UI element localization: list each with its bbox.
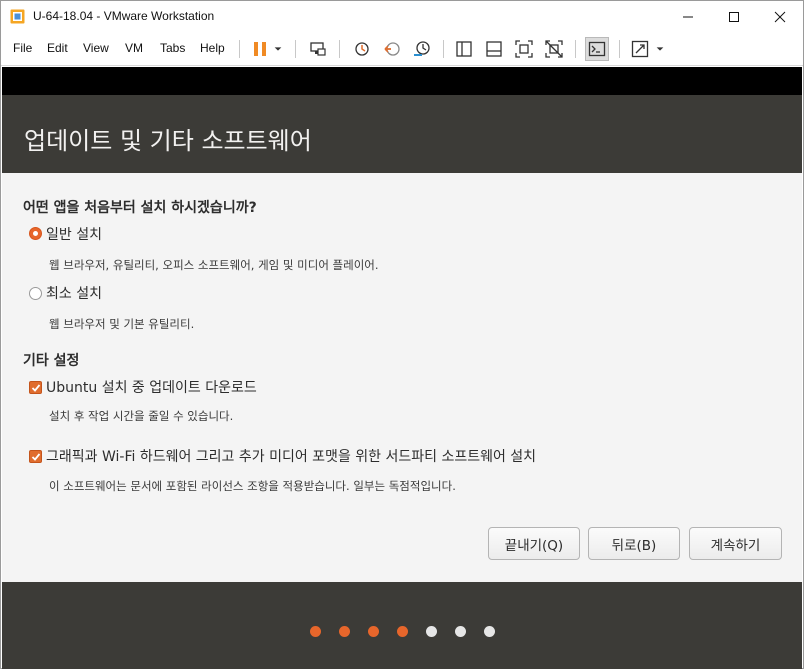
menu-edit[interactable]: Edit <box>47 41 68 55</box>
progress-dot <box>310 626 321 637</box>
other-settings-title: 기타 설정 <box>23 353 80 369</box>
dropdown-arrow-icon <box>274 47 282 51</box>
installer-header: 업데이트 및 기타 소프트웨어 <box>2 95 802 173</box>
progress-dot <box>397 626 408 637</box>
toolbar-separator <box>443 40 444 58</box>
minimal-install-description: 웹 브라우저 및 기본 유틸리티. <box>49 317 195 331</box>
maximize-icon <box>729 11 739 22</box>
progress-dot <box>426 626 437 637</box>
toolbar-separator <box>239 40 240 58</box>
install-type-question: 어떤 앱을 처음부터 설치 하시겠습니까? <box>23 200 257 216</box>
progress-dot <box>455 626 466 637</box>
snapshot-revert-icon <box>384 42 400 56</box>
minimize-button[interactable] <box>665 1 711 32</box>
title-bar: U-64-18.04 - VMware Workstation <box>1 1 803 32</box>
toolbar-separator <box>575 40 576 58</box>
snapshot-manager-icon <box>414 41 430 56</box>
dropdown-arrow-icon <box>656 47 664 51</box>
toolbar-separator <box>619 40 620 58</box>
snapshot-manager-button[interactable] <box>411 38 433 60</box>
sidebar-library-icon <box>456 41 472 57</box>
power-dropdown-button[interactable] <box>271 38 285 60</box>
normal-install-label[interactable]: 일반 설치 <box>46 224 102 244</box>
close-button[interactable] <box>757 1 803 32</box>
minimal-install-label[interactable]: 최소 설치 <box>46 283 102 303</box>
installer-footer <box>2 582 802 669</box>
menu-vm[interactable]: VM <box>125 41 143 55</box>
unity-button[interactable] <box>543 38 565 60</box>
normal-install-radio[interactable] <box>29 227 42 240</box>
installer-body: 어떤 앱을 처음부터 설치 하시겠습니까? 일반 설치 웹 브라우저, 유틸리티… <box>2 173 802 582</box>
toolbar-separator <box>295 40 296 58</box>
send-ctrl-alt-del-icon <box>310 42 326 56</box>
maximize-button[interactable] <box>711 1 757 32</box>
vmware-app-icon <box>10 9 25 24</box>
stretch-dropdown-button[interactable] <box>653 38 667 60</box>
unity-icon <box>545 40 563 58</box>
minimal-install-radio[interactable] <box>29 287 42 300</box>
console-view-button[interactable] <box>585 37 609 61</box>
third-party-software-label[interactable]: 그래픽과 Wi-Fi 하드웨어 그리고 추가 미디어 포맷을 위한 서드파티 소… <box>46 446 536 466</box>
take-snapshot-button[interactable] <box>351 38 373 60</box>
normal-install-description: 웹 브라우저, 유틸리티, 오피스 소프트웨어, 게임 및 미디어 플레이어. <box>49 258 379 272</box>
third-party-software-description: 이 소프트웨어는 문서에 포함된 라이선스 조항을 적용받습니다. 일부는 독점… <box>49 479 456 493</box>
snapshot-take-icon <box>355 42 369 56</box>
checkmark-icon <box>31 453 41 461</box>
download-updates-description: 설치 후 작업 시간을 줄일 수 있습니다. <box>49 409 234 423</box>
third-party-software-checkbox[interactable] <box>29 450 42 463</box>
guest-top-panel <box>2 67 802 95</box>
back-button[interactable]: 뒤로(B) <box>588 527 680 560</box>
menu-toolbar-bar: File Edit View VM Tabs Help <box>1 32 803 66</box>
toolbar-separator <box>339 40 340 58</box>
stretch-guest-button[interactable] <box>629 38 651 60</box>
pause-button[interactable] <box>249 38 271 60</box>
revert-snapshot-button[interactable] <box>381 38 403 60</box>
progress-dot <box>339 626 350 637</box>
download-updates-label[interactable]: Ubuntu 설치 중 업데이트 다운로드 <box>46 377 257 397</box>
fullscreen-icon <box>515 40 533 58</box>
thumbnail-bar-icon <box>486 41 502 57</box>
window-title: U-64-18.04 - VMware Workstation <box>33 9 215 23</box>
checkmark-icon <box>31 384 41 392</box>
progress-dot <box>484 626 495 637</box>
minimize-icon <box>683 16 693 17</box>
thumbnail-bar-button[interactable] <box>483 38 505 60</box>
menu-file[interactable]: File <box>13 41 32 55</box>
download-updates-checkbox[interactable] <box>29 381 42 394</box>
continue-button[interactable]: 계속하기 <box>689 527 782 560</box>
console-view-icon <box>588 41 606 57</box>
show-library-button[interactable] <box>453 38 475 60</box>
stretch-guest-icon <box>631 40 649 58</box>
page-title: 업데이트 및 기타 소프트웨어 <box>24 127 312 155</box>
full-screen-button[interactable] <box>513 38 535 60</box>
menu-view[interactable]: View <box>83 41 109 55</box>
progress-dot <box>368 626 379 637</box>
send-ctrl-alt-del-button[interactable] <box>307 38 329 60</box>
guest-screen[interactable]: 업데이트 및 기타 소프트웨어 어떤 앱을 처음부터 설치 하시겠습니까? 일반… <box>2 67 802 669</box>
vmware-window: U-64-18.04 - VMware Workstation File Edi… <box>0 0 804 669</box>
pause-icon <box>254 42 266 56</box>
quit-button[interactable]: 끝내기(Q) <box>488 527 580 560</box>
menu-tabs[interactable]: Tabs <box>160 41 185 55</box>
menu-help[interactable]: Help <box>200 41 225 55</box>
close-icon <box>774 11 786 22</box>
